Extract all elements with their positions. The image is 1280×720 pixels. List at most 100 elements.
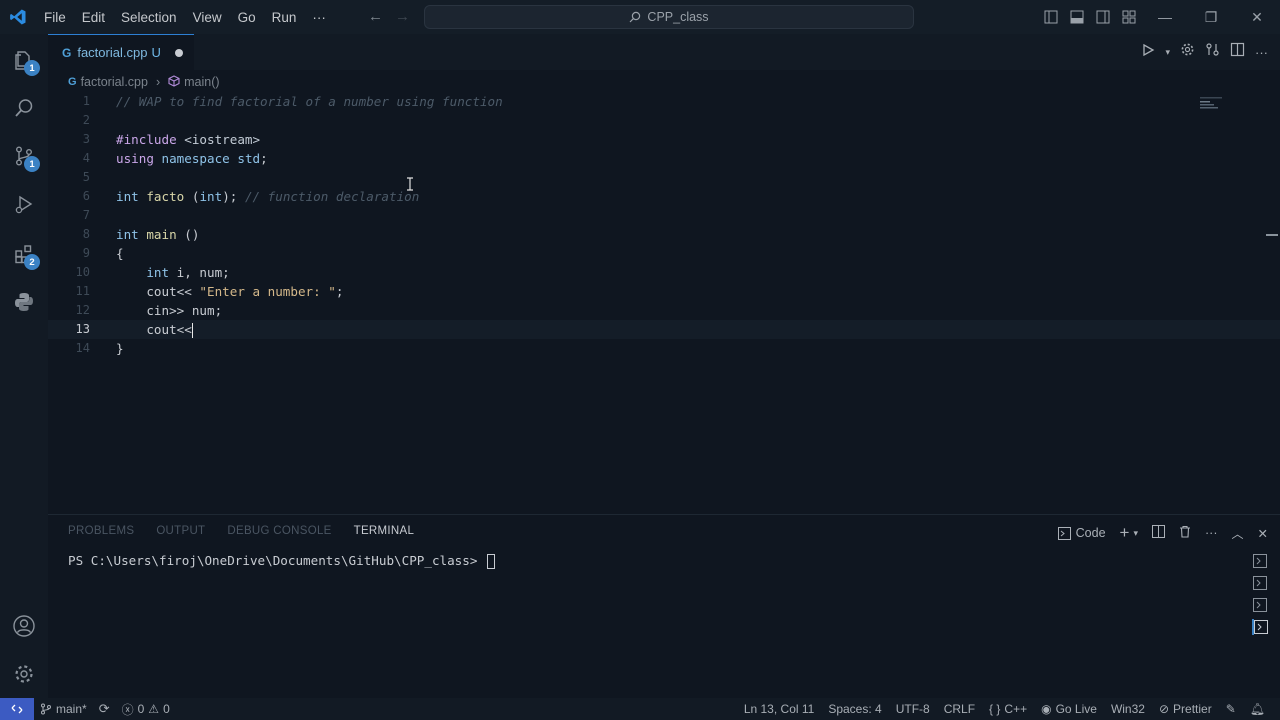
menu-bar: File Edit Selection View Go Run ··· [36,10,334,25]
window-controls: — ❐ ✕ [1038,0,1280,34]
prettier-status[interactable]: ⊘ Prettier [1152,702,1219,716]
code-editor[interactable]: 1 // WAP to find factorial of a number us… [48,92,1280,358]
language-mode[interactable]: { } C++ [982,702,1034,716]
code-line[interactable]: 6 int facto (int); // function declaratio… [48,187,1280,206]
code-line[interactable]: 14} [48,339,1280,358]
new-terminal-plus-icon[interactable]: + [1120,523,1130,543]
tab-output[interactable]: OUTPUT [156,525,205,537]
settings-gear-icon[interactable] [0,650,48,698]
braces-icon: { } [989,702,1001,716]
split-terminal-icon[interactable] [1152,525,1165,541]
accounts-icon[interactable] [0,602,48,650]
menu-run[interactable]: Run [264,10,305,25]
minimap[interactable] [1200,96,1226,109]
minimize-button[interactable]: — [1142,0,1188,34]
unsaved-dot-icon[interactable] [174,48,183,57]
indentation[interactable]: Spaces: 4 [821,702,888,716]
go-live-label: Go Live [1055,702,1097,716]
code-token: cout<< [116,284,200,299]
terminal-tabs-list [1252,553,1268,635]
run-debug-icon[interactable] [0,180,48,228]
editor-settings-gear-icon[interactable] [1180,42,1195,62]
terminal-instance-3-icon[interactable] [1252,597,1268,613]
terminal-instance-2-icon[interactable] [1252,575,1268,591]
code-token: main [146,227,177,242]
code-line[interactable]: 4 using namespace std; [48,149,1280,168]
code-token: std [237,151,261,166]
tab-git-status: U [151,45,161,60]
tab-debug-console[interactable]: DEBUG CONSOLE [227,525,331,537]
open-changes-icon[interactable] [1205,42,1220,62]
toggle-panel-icon[interactable] [1064,0,1090,34]
code-line[interactable]: 1 // WAP to find factorial of a number us… [48,92,1280,111]
tab-factorial-cpp[interactable]: G factorial.cpp U [48,34,194,70]
close-window-button[interactable]: ✕ [1234,0,1280,34]
notifications-bell-icon[interactable]: 🔔︎ [1243,702,1272,716]
terminal-instance-1-icon[interactable] [1252,553,1268,569]
go-live-button[interactable]: ◉ Go Live [1034,702,1104,716]
code-line[interactable]: 2 [48,111,1280,130]
source-control-icon[interactable]: 1 [0,132,48,180]
close-panel-icon[interactable]: ✕ [1258,526,1268,541]
terminal-instance-4-icon[interactable] [1252,619,1268,635]
line-text: cout<< [116,320,193,339]
feedback-icon[interactable]: ✎ [1219,702,1243,716]
terminal-profile-select[interactable]: Code [1057,526,1106,540]
breadcrumb-symbol[interactable]: main() [184,75,219,89]
git-branch-icon [41,703,51,715]
code-line[interactable]: 10 int i, num; [48,263,1280,282]
customize-layout-icon[interactable] [1116,0,1142,34]
sync-icon[interactable]: ⟳ [93,701,116,717]
end-of-line[interactable]: CRLF [937,702,982,716]
command-center-search[interactable]: CPP_class [424,5,914,29]
extensions-icon[interactable]: 2 [0,230,48,278]
kill-terminal-trash-icon[interactable] [1179,525,1191,541]
remote-indicator-icon[interactable] [0,698,34,720]
terminal-output[interactable]: PS C:\Users\firoj\OneDrive\Documents\Git… [68,553,496,569]
code-line[interactable]: 12 cin>> num; [48,301,1280,320]
toggle-sidebar-icon[interactable] [1038,0,1064,34]
tab-terminal[interactable]: TERMINAL [354,525,415,537]
code-line[interactable]: 8 int main () [48,225,1280,244]
toggle-secondary-sidebar-icon[interactable] [1090,0,1116,34]
more-actions-icon[interactable]: ··· [1255,45,1268,60]
split-editor-icon[interactable] [1230,42,1245,62]
code-line[interactable]: 5 [48,168,1280,187]
branch-status[interactable]: main* [34,702,93,716]
breadcrumb-file[interactable]: factorial.cpp [81,75,148,89]
explorer-icon[interactable]: 1 [0,36,48,84]
broadcast-icon: ◉ [1041,702,1052,716]
search-view-icon[interactable] [0,84,48,132]
code-line[interactable]: 3 #include <iostream> [48,130,1280,149]
code-line[interactable]: 11 cout<< "Enter a number: "; [48,282,1280,301]
menu-go[interactable]: Go [230,10,264,25]
run-dropdown-chevron-icon[interactable]: ▾ [1165,47,1170,58]
new-terminal-chevron-icon[interactable]: ▾ [1133,528,1138,539]
forward-arrow-icon[interactable]: → [395,8,410,25]
code-line[interactable]: 9{ [48,244,1280,263]
back-arrow-icon[interactable]: ← [368,8,383,25]
platform[interactable]: Win32 [1104,702,1152,716]
code-token: int [146,265,170,280]
code-line[interactable]: 7 [48,206,1280,225]
terminal-prompt: PS C:\Users\firoj\OneDrive\Documents\Git… [68,553,486,568]
menu-edit[interactable]: Edit [74,10,113,25]
cursor-position[interactable]: Ln 13, Col 11 [737,702,822,716]
python-icon[interactable] [0,278,48,326]
code-token: // WAP to find factorial of a number usi… [116,94,503,109]
maximize-panel-chevron-up-icon[interactable]: ︿ [1232,525,1244,542]
run-file-icon[interactable] [1141,43,1155,62]
code-line[interactable]: 13 cout<< [48,320,1280,339]
menu-more[interactable]: ··· [304,10,334,25]
menu-file[interactable]: File [36,10,74,25]
menu-view[interactable]: View [185,10,230,25]
status-bar: main* ⟳ ⓧ 0 ⚠ 0 Ln 13, Col 11 Spaces: 4 … [0,698,1280,720]
line-number: 4 [82,151,90,165]
maximize-button[interactable]: ❐ [1188,0,1234,34]
panel-more-icon[interactable]: ··· [1205,526,1218,540]
tab-problems[interactable]: PROBLEMS [68,525,134,537]
terminal-icon [1057,526,1071,540]
file-encoding[interactable]: UTF-8 [889,702,937,716]
menu-selection[interactable]: Selection [113,10,185,25]
problems-status[interactable]: ⓧ 0 ⚠ 0 [116,701,176,718]
